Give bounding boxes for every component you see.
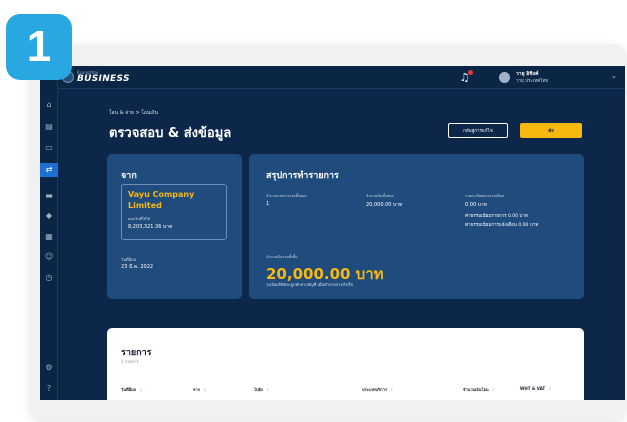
fee-item-transaction: ค่าธรรมเนียมรายการ 0.00 บาท xyxy=(465,214,528,219)
report-icon[interactable]: ▦ xyxy=(44,232,54,242)
sort-icon[interactable]: ⇕ xyxy=(390,387,393,392)
sort-icon[interactable]: ⇕ xyxy=(203,387,206,392)
account-box: Vayu Company Limited ยอดเงินที่ใช้ได้ 8,… xyxy=(121,184,227,240)
document-icon[interactable]: ▤ xyxy=(44,122,54,132)
top-bar: Krungthai BUSINESS ♫ วายุ อิชิงค์ วายุ ป… xyxy=(58,66,625,89)
summary-card: สรุปการทำรายการ จำนวนรายการรวมทั้งหมด 1 … xyxy=(249,154,584,299)
app-window: ⌂ ▤ ▭ ⇄ ▬ ◆ ▦ ☺ ◷ ⚙ ? Krungthai BUSINESS… xyxy=(40,66,625,400)
page-title: ตรวจสอบ & ส่งข้อมูล xyxy=(109,126,232,141)
sidebar: ⌂ ▤ ▭ ⇄ ▬ ◆ ▦ ☺ ◷ ⚙ ? xyxy=(40,66,58,400)
column-header-to[interactable]: ไปยัง ⇕ xyxy=(254,386,269,393)
count-label: จำนวนรายการรวมทั้งหมด xyxy=(266,194,307,198)
from-card: จาก Vayu Company Limited ยอดเงินที่ใช้ได… xyxy=(107,154,242,299)
card-icon[interactable]: ▬ xyxy=(44,191,54,201)
summary-title: สรุปการทำรายการ xyxy=(266,171,339,181)
history-icon[interactable]: ◷ xyxy=(44,273,54,283)
settings-icon[interactable]: ⚙ xyxy=(44,363,54,373)
sort-icon[interactable]: ⇕ xyxy=(492,387,495,392)
notification-dot xyxy=(468,70,473,75)
home-icon[interactable]: ⌂ xyxy=(44,100,54,110)
account-name: Vayu Company Limited xyxy=(128,190,195,210)
sort-icon[interactable]: ⇕ xyxy=(266,387,269,392)
list-title: รายการ xyxy=(121,348,152,358)
step-number-badge: 1 xyxy=(6,14,72,80)
screenshot-stage: 1 ⌂ ▤ ▭ ⇄ ▬ ◆ ▦ ☺ ◷ ⚙ ? Krungthai BUSINE… xyxy=(0,0,627,422)
total-label: จำนวนเงินรวมทั้งสิ้น xyxy=(266,255,298,259)
effective-date-value: 23 มี.ค. 2022 xyxy=(121,264,154,270)
fee-value: 0.00 บาท xyxy=(465,202,487,208)
list-count: 1 รายการ xyxy=(121,359,139,364)
sort-icon[interactable]: ⇕ xyxy=(548,386,551,391)
fee-item-notification: ค่าธรรมเนียมการแจ้งเตือน 0.00 บาท xyxy=(465,223,539,228)
breadcrumb[interactable]: โอน & จ่าย > โอนเงิน xyxy=(109,109,158,117)
brand-main: BUSINESS xyxy=(77,74,130,84)
chevron-down-icon[interactable]: ⌄ xyxy=(611,72,617,80)
fee-label: รายละเอียดค่าธรรมเนียม xyxy=(465,194,505,198)
deduction-note: วงเงินบริษัทจะถูกหักจากบัญชี เมื่อทำรายก… xyxy=(266,282,353,287)
balance-label: ยอดเงินที่ใช้ได้ xyxy=(128,217,151,221)
user-company: วายุ ประเทศไทย xyxy=(516,79,549,84)
column-header-from[interactable]: จาก ⇕ xyxy=(193,386,206,393)
column-header-wht-vat[interactable]: WHT & VAT ⇕ xyxy=(520,386,551,391)
from-title: จาก xyxy=(121,171,137,181)
sort-icon[interactable]: ⇕ xyxy=(139,387,142,392)
column-header-date[interactable]: วันที่มีผล ⇕ xyxy=(121,386,142,393)
transfer-icon[interactable]: ⇄ xyxy=(40,163,58,177)
count-value: 1 xyxy=(266,201,270,207)
tag-icon[interactable]: ◆ xyxy=(44,211,54,221)
effective-date-label: วันที่มีผล xyxy=(121,257,137,262)
send-button[interactable]: ส่ง xyxy=(520,123,582,138)
wallet-icon[interactable]: ▭ xyxy=(44,143,54,153)
balance-value: 8,203,321.36 บาท xyxy=(128,224,173,230)
column-header-service[interactable]: ประเภทบริการ ⇕ xyxy=(362,386,393,393)
back-to-edit-button[interactable]: กลับสู่การแก้ไข xyxy=(448,123,508,138)
avatar[interactable] xyxy=(499,72,510,83)
amount-label: จำนวนเงินทั้งหมด xyxy=(366,194,394,198)
transaction-list-panel: รายการ 1 รายการ วันที่มีผล ⇕ จาก ⇕ ไปยัง ⇕ … xyxy=(107,328,584,400)
help-icon[interactable]: ? xyxy=(44,384,54,394)
users-icon[interactable]: ☺ xyxy=(44,252,54,262)
column-header-amount[interactable]: จำนวนเงินโอน ⇕ xyxy=(463,386,495,393)
amount-value: 20,000.00 บาท xyxy=(366,202,403,208)
